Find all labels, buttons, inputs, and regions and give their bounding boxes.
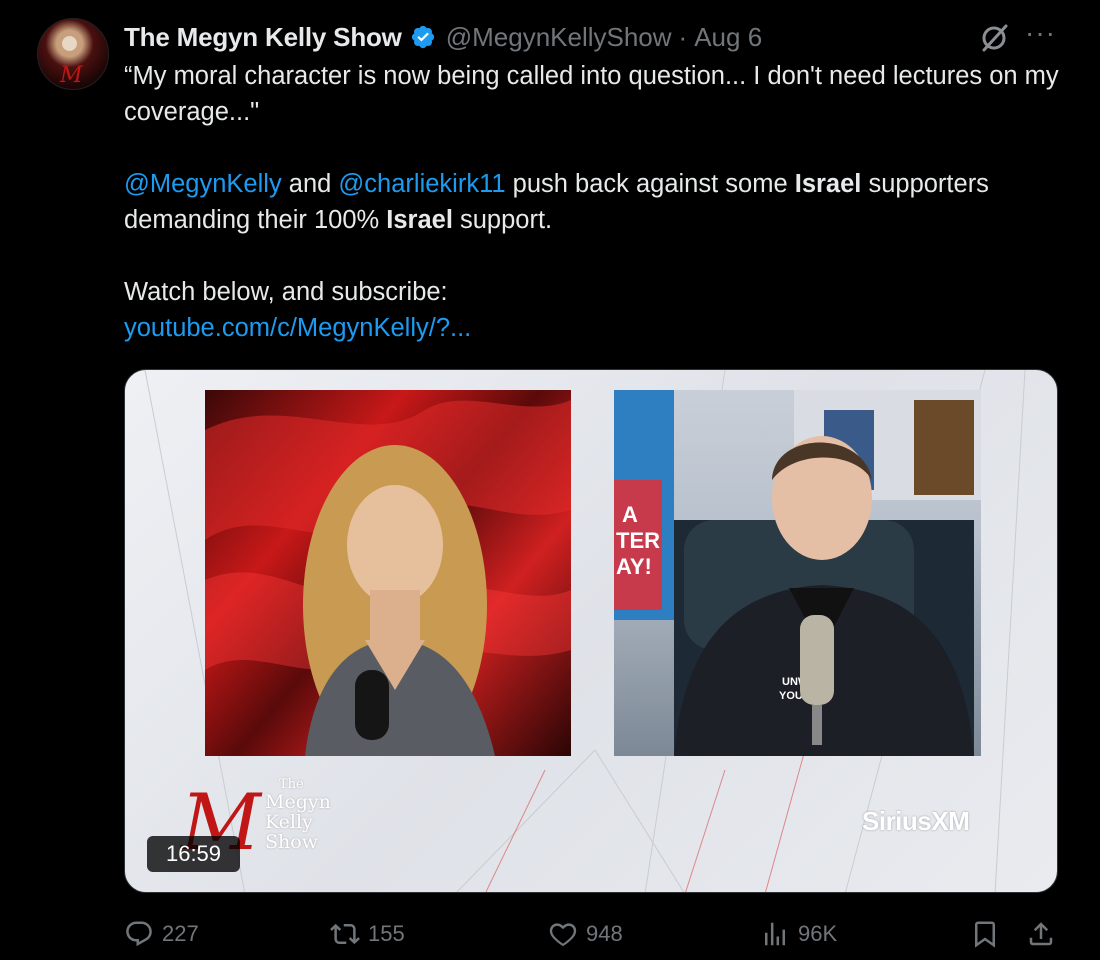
tweet-header: The Megyn Kelly Show @MegynKellyShow · A…	[124, 18, 762, 56]
grok-icon[interactable]	[978, 22, 1010, 54]
tweet-paragraph: @MegynKelly and @charliekirk11 push back…	[124, 166, 1074, 238]
svg-text:TER: TER	[616, 528, 660, 553]
text-and: and	[281, 170, 339, 198]
repost-count: 155	[368, 921, 405, 946]
svg-text:AY!: AY!	[616, 554, 652, 579]
share-icon	[1029, 922, 1053, 946]
views-icon	[765, 922, 785, 946]
tweet-date[interactable]: Aug 6	[694, 22, 762, 53]
logo-show: Show	[265, 831, 318, 853]
author-handle[interactable]: @MegynKellyShow	[446, 22, 672, 53]
mention-charliekirk11[interactable]: @charliekirk11	[338, 170, 505, 198]
text-end: support.	[452, 206, 553, 234]
tweet[interactable]: M The Megyn Kelly Show @MegynKellyShow ·…	[0, 0, 1100, 960]
share-button[interactable]	[1026, 912, 1056, 956]
like-icon	[549, 923, 577, 947]
svg-text:A: A	[622, 502, 638, 527]
reply-count: 227	[162, 921, 199, 946]
repost-button[interactable]: 155	[330, 912, 405, 956]
logo-the: The	[279, 777, 304, 792]
reply-icon	[126, 921, 152, 947]
guest-scene: A TER AY! UNW YOUR	[614, 390, 981, 756]
text-mid1: push back against some	[505, 170, 795, 198]
siriusxm-logo: SiriusXM	[862, 806, 970, 836]
bookmark-button[interactable]	[970, 912, 1000, 956]
like-count: 948	[586, 921, 623, 946]
separator-dot: ·	[678, 21, 688, 52]
repost-icon	[330, 923, 360, 945]
host-scene	[205, 400, 571, 756]
author-name[interactable]: The Megyn Kelly Show	[124, 22, 402, 53]
verified-badge-icon[interactable]	[410, 24, 436, 50]
youtube-link[interactable]: youtube.com/c/MegynKelly/?...	[124, 314, 471, 342]
logo-kelly: Kelly	[265, 811, 313, 833]
video-frame-guest: A TER AY! UNW YOUR	[614, 390, 981, 756]
highlight-israel-1: Israel	[794, 170, 862, 198]
views-count: 96K	[798, 921, 838, 946]
watch-line: Watch below, and subscribe:	[124, 278, 448, 306]
tweet-text: “My moral character is now being called …	[124, 58, 1074, 346]
bookmark-icon	[975, 921, 995, 948]
mention-megynkelly[interactable]: @MegynKelly	[124, 170, 282, 198]
highlight-israel-2: Israel	[386, 206, 453, 234]
logo-megyn: Megyn	[265, 791, 331, 813]
avatar[interactable]: M	[37, 18, 109, 90]
avatar-logo-mark: M	[60, 63, 83, 88]
video-frame-host	[205, 390, 571, 756]
video-duration-badge: 16:59	[147, 836, 240, 872]
quote-line: “My moral character is now being called …	[124, 62, 1059, 126]
reply-button[interactable]: 227	[124, 912, 199, 956]
show-logo-text: The Megyn Kelly Show	[265, 777, 331, 853]
like-button[interactable]: 948	[548, 912, 623, 956]
views-button[interactable]: 96K	[760, 912, 837, 956]
video-player[interactable]: A TER AY! UNW YOUR M The Megyn Kelly Sho…	[124, 369, 1058, 893]
more-icon[interactable]: ···	[1025, 18, 1056, 48]
tweet-actions: 227 155 948 96K	[124, 912, 1064, 956]
